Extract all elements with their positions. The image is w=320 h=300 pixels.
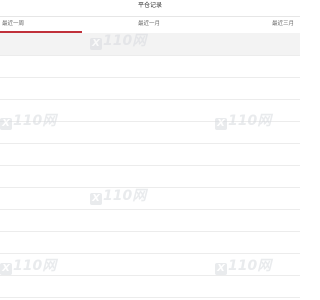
tab-last-week[interactable]: 最近一周: [2, 17, 82, 32]
period-tabs: 最近一周 最近一月 最近三月: [0, 16, 300, 33]
list-item: [0, 209, 300, 232]
page-title: 平仓记录: [137, 2, 162, 9]
list-item: [0, 33, 300, 56]
list-item: [0, 121, 300, 144]
list-item: [0, 165, 300, 188]
tab-last-month[interactable]: 最近一月: [138, 17, 178, 32]
records-list: [0, 33, 300, 300]
list-item: [0, 253, 300, 276]
tab-last-three-months[interactable]: 最近三月: [272, 17, 302, 32]
list-item: [0, 143, 300, 166]
list-item: [0, 55, 300, 78]
list-item: [0, 187, 300, 210]
list-item: [0, 231, 300, 254]
header-bar: 平仓记录: [0, 0, 300, 16]
list-item: [0, 275, 300, 298]
list-item: [0, 77, 300, 100]
list-item: [0, 99, 300, 122]
